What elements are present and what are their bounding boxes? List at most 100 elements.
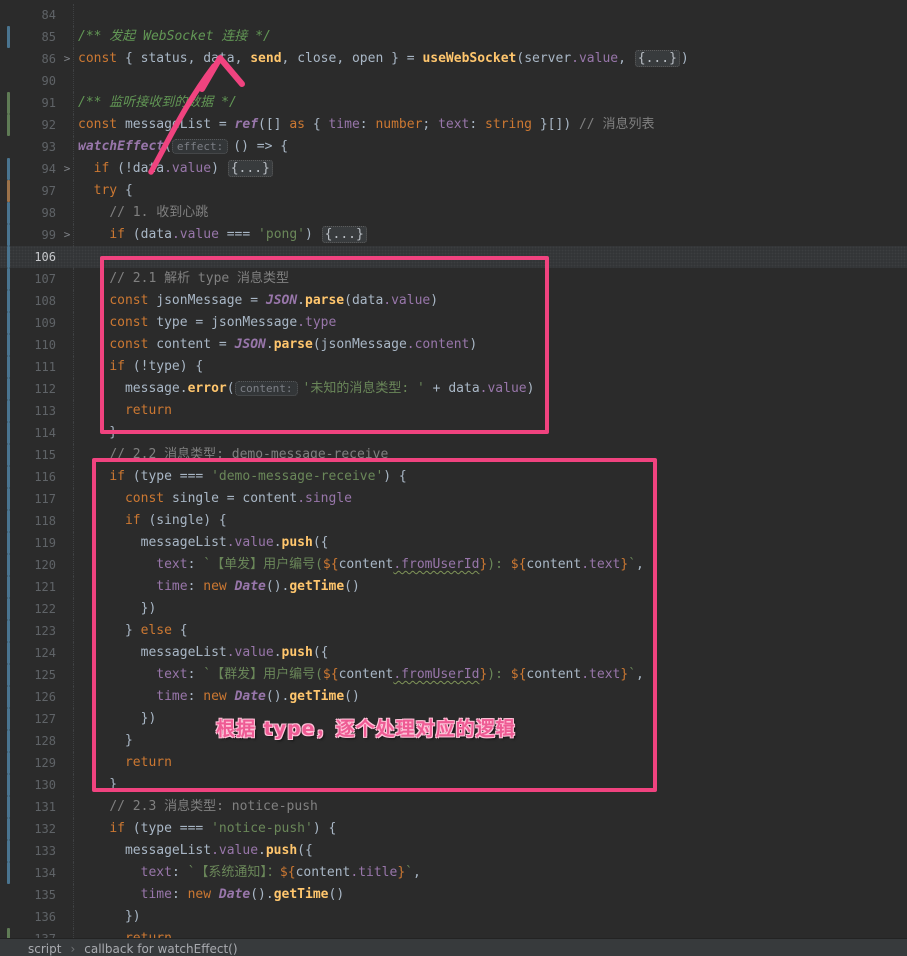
code-text[interactable]: time: new Date().getTime() — [78, 576, 907, 598]
gutter: 114 — [0, 422, 74, 444]
code-text[interactable]: if (type === 'demo-message-receive') { — [78, 466, 907, 488]
code-text[interactable]: text: `【群发】用户编号(${content.fromUserId}): … — [78, 664, 907, 686]
token: messageList — [125, 117, 211, 132]
token: (). — [266, 579, 289, 594]
line-number: 116 — [0, 466, 56, 488]
token: = — [219, 491, 242, 506]
code-text[interactable]: const jsonMessage = JSON.parse(data.valu… — [78, 290, 907, 312]
code-text[interactable]: }) — [78, 708, 907, 730]
code-text[interactable]: watchEffect(effect:() => { — [78, 136, 907, 158]
token — [78, 293, 109, 308]
fold-arrow-icon[interactable]: > — [60, 158, 74, 180]
token: new — [203, 689, 234, 704]
line-number: 128 — [0, 730, 56, 752]
code-text[interactable] — [78, 246, 907, 268]
folded-region[interactable]: {...} — [322, 226, 367, 243]
code-text[interactable]: }) — [78, 906, 907, 928]
code-text[interactable]: message.error(content:'未知的消息类型: ' + data… — [78, 378, 907, 400]
line-number: 124 — [0, 642, 56, 664]
token: ({ — [313, 645, 329, 660]
code-text[interactable]: const messageList = ref([] as { time: nu… — [78, 114, 907, 136]
inlay-hint: effect: — [172, 139, 228, 154]
code-text[interactable]: if (type === 'notice-push') { — [78, 818, 907, 840]
code-line: 126 time: new Date().getTime() — [0, 686, 907, 708]
breadcrumb-item-callback[interactable]: callback for watchEffect() — [84, 942, 237, 956]
code-text[interactable]: try { — [78, 180, 907, 202]
code-text[interactable]: const type = jsonMessage.type — [78, 312, 907, 334]
token: time — [156, 579, 187, 594]
code-text[interactable]: // 2.1 解析 type 消息类型 — [78, 268, 907, 290]
token — [78, 469, 109, 484]
code-line: 127 }) — [0, 708, 907, 730]
code-text[interactable]: const single = content.single — [78, 488, 907, 510]
code-text[interactable]: time: new Date().getTime() — [78, 884, 907, 906]
token: content — [339, 667, 394, 682]
token: ` — [628, 667, 636, 682]
code-text[interactable]: const content = JSON.parse(jsonMessage.c… — [78, 334, 907, 356]
token: }) — [78, 711, 156, 726]
code-text[interactable]: return — [78, 752, 907, 774]
code-text[interactable]: const { status, data, send, close, open … — [78, 48, 907, 70]
token: ${ — [323, 667, 339, 682]
code-text[interactable]: // 1. 收到心跳 — [78, 202, 907, 224]
code-editor: 8485/** 发起 WebSocket 连接 */86>const { sta… — [0, 0, 907, 956]
gutter: 132 — [0, 818, 74, 840]
token: push — [266, 843, 297, 858]
gutter: 106 — [0, 246, 74, 268]
code-text[interactable]: /** 发起 WebSocket 连接 */ — [78, 26, 907, 48]
code-line: 111 if (!type) { — [0, 356, 907, 378]
code-text[interactable] — [78, 4, 907, 26]
code-line: 119 messageList.value.push({ — [0, 532, 907, 554]
code-text[interactable]: } else { — [78, 620, 907, 642]
code-text[interactable]: messageList.value.push({ — [78, 532, 907, 554]
token: : — [172, 887, 188, 902]
code-line: 131 // 2.3 消息类型: notice-push — [0, 796, 907, 818]
folded-region[interactable]: {...} — [228, 160, 273, 177]
code-text[interactable]: }) — [78, 598, 907, 620]
token: content — [526, 557, 581, 572]
fold-arrow-icon[interactable]: > — [60, 48, 74, 70]
token: } — [620, 667, 628, 682]
token: . — [274, 645, 282, 660]
token: return — [125, 755, 172, 770]
code-text[interactable]: } — [78, 422, 907, 444]
code-text[interactable]: messageList.value.push({ — [78, 840, 907, 862]
token: if — [125, 513, 141, 528]
code-text[interactable] — [78, 70, 907, 92]
token: .title — [350, 865, 397, 880]
token: ; — [422, 117, 438, 132]
code-text[interactable]: return — [78, 400, 907, 422]
code-text[interactable]: } — [78, 730, 907, 752]
code-line: 128 } — [0, 730, 907, 752]
code-text[interactable]: text: `【系统通知】：${content.title}`, — [78, 862, 907, 884]
fold-arrow-icon[interactable]: > — [60, 224, 74, 246]
breadcrumb: script›callback for watchEffect() — [0, 938, 907, 956]
code-text[interactable]: // 2.2 消息类型: demo-message-receive — [78, 444, 907, 466]
code-text[interactable]: /** 监听接收到的数据 */ — [78, 92, 907, 114]
code-text[interactable]: if (!type) { — [78, 356, 907, 378]
token: time — [328, 117, 359, 132]
code-text[interactable]: if (data.value === 'pong') {...} — [78, 224, 907, 246]
token — [78, 843, 125, 858]
token — [78, 865, 141, 880]
token: { — [125, 51, 141, 66]
line-number: 85 — [0, 26, 56, 48]
line-number: 92 — [0, 114, 56, 136]
code-text[interactable]: // 2.3 消息类型: notice-push — [78, 796, 907, 818]
code-text[interactable]: text: `【单发】用户编号(${content.fromUserId}): … — [78, 554, 907, 576]
token: close — [297, 51, 336, 66]
code-text[interactable]: if (!data.value) {...} — [78, 158, 907, 180]
code-text[interactable]: } — [78, 774, 907, 796]
code-text[interactable]: messageList.value.push({ — [78, 642, 907, 664]
code-text[interactable]: time: new Date().getTime() — [78, 686, 907, 708]
code-text[interactable]: if (single) { — [78, 510, 907, 532]
line-number: 123 — [0, 620, 56, 642]
token: (). — [266, 689, 289, 704]
token: } = — [383, 51, 422, 66]
token — [78, 205, 109, 220]
code-line: 118 if (single) { — [0, 510, 907, 532]
folded-region[interactable]: {...} — [635, 50, 680, 67]
line-number: 125 — [0, 664, 56, 686]
token — [78, 689, 156, 704]
breadcrumb-item-script[interactable]: script — [28, 942, 61, 956]
